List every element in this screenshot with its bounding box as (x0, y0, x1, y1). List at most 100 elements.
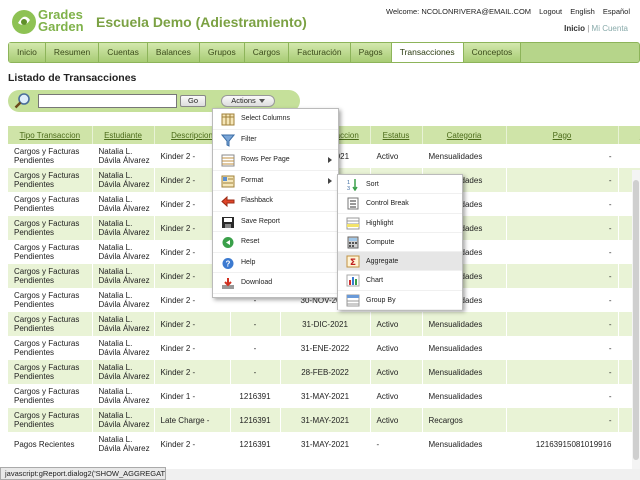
tab-pagos[interactable]: Pagos (350, 43, 392, 62)
english-link[interactable]: English (570, 7, 595, 16)
inicio-link[interactable]: Inicio (564, 24, 585, 33)
espanol-link[interactable]: Español (603, 7, 630, 16)
cell-tipo-line1: Cargos y Facturas (14, 243, 80, 252)
menu-item-help[interactable]: ? Help (213, 253, 338, 273)
cell-descripcion: Kinder 2 - (154, 432, 231, 456)
cell-pago: 12163915081019916 (506, 432, 619, 456)
logo[interactable]: Grades Garden (10, 8, 88, 38)
submenu-item-label: Chart (366, 277, 384, 285)
column-header-monto-cargo[interactable]: Monto Cargo (618, 126, 640, 144)
submenu-item-sort[interactable]: 1 3 Sort (338, 175, 462, 195)
cell-tipo-line1: Cargos y Facturas (14, 267, 80, 276)
cell-fecha: 31-DIC-2021 (280, 312, 371, 336)
group-by-icon (346, 294, 360, 307)
flashback-icon (221, 195, 235, 208)
cell-estudiante: Natalia L. Dávila Álvarez (92, 192, 155, 216)
search-icon[interactable] (14, 93, 32, 109)
cell-pago: - (506, 168, 619, 192)
cell-estudiante-line2: Dávila Álvarez (98, 204, 150, 213)
submenu-item-group-by[interactable]: Group By (338, 291, 462, 311)
actions-button[interactable]: Actions (221, 95, 275, 107)
cell-tipo-line1: Cargos y Facturas (14, 315, 80, 324)
cell-tipo-line2: Pendientes (14, 204, 55, 213)
cell-estatus: - (370, 432, 423, 456)
cell-estudiante-line2: Dávila Álvarez (98, 372, 150, 381)
column-header-categoria[interactable]: Categoria (422, 126, 507, 144)
status-bar: javascript:gReport.dialog2('SHOW_AGGREGA… (0, 467, 166, 480)
cell-categoria: Mensualidades (422, 144, 507, 168)
cell-tipo-line2: Pendientes (14, 324, 55, 333)
cell-tipo-line2: Pendientes (14, 180, 55, 189)
actions-menu: Select Columns Filter Rows Per Page Format F… (212, 108, 339, 298)
cell-tipo: Cargos y Facturas Pendientes (8, 360, 93, 384)
logout-link[interactable]: Logout (539, 7, 562, 16)
submenu-item-control-break[interactable]: Control Break (338, 194, 462, 214)
cell-referencia: - (230, 360, 281, 384)
format-submenu: 1 3 Sort Control Break Highlight Compute Σ Aggr… (337, 174, 463, 311)
menu-item-reset[interactable]: Reset (213, 232, 338, 253)
cell-tipo-line2: Pendientes (14, 396, 55, 405)
menu-item-flashback[interactable]: Flashback (213, 191, 338, 212)
tab-grupos[interactable]: Grupos (199, 43, 245, 62)
column-header-pago[interactable]: Pago (506, 126, 619, 144)
submenu-item-compute[interactable]: Compute (338, 233, 462, 253)
menu-item-save-report[interactable]: Save Report (213, 212, 338, 232)
cell-estudiante-line2: Dávila Álvarez (98, 276, 150, 285)
tab-resumen[interactable]: Resumen (45, 43, 100, 62)
menu-item-download[interactable]: Download (213, 273, 338, 294)
actions-label: Actions (231, 96, 256, 105)
cell-referencia: 1216391 (230, 408, 281, 432)
tab-facturacion[interactable]: Facturación (289, 43, 351, 62)
menu-item-label: Reset (241, 238, 260, 245)
submenu-item-aggregate[interactable]: Σ Aggregate (338, 252, 462, 272)
cell-fecha: 28-FEB-2022 (280, 360, 371, 384)
tab-conceptos[interactable]: Conceptos (463, 43, 522, 62)
go-button[interactable]: Go (180, 95, 206, 107)
column-header-estatus[interactable]: Estatus (370, 126, 423, 144)
cell-categoria: Mensualidades (422, 312, 507, 336)
menu-item-rows-per-page[interactable]: Rows Per Page (213, 150, 338, 171)
menu-item-label: Rows Per Page (241, 156, 290, 163)
cell-estudiante-line1: Natalia L. (98, 291, 133, 300)
vertical-scroll-thumb[interactable] (633, 180, 639, 460)
submenu-item-label: Compute (366, 238, 395, 246)
svg-text:Σ: Σ (350, 258, 356, 268)
menu-item-filter[interactable]: Filter (213, 130, 338, 150)
cell-pago: - (506, 384, 619, 408)
submenu-item-label: Aggregate (366, 258, 399, 266)
cell-tipo: Cargos y Facturas Pendientes (8, 384, 93, 408)
cell-pago: - (506, 288, 619, 312)
table-row: Cargos y Facturas Pendientes Natalia L. Dáv… (8, 408, 640, 432)
cell-tipo: Cargos y Facturas Pendientes (8, 168, 93, 192)
cell-estudiante-line2: Dávila Álvarez (98, 324, 150, 333)
cell-pago: - (506, 216, 619, 240)
cell-estudiante-line2: Dávila Álvarez (98, 180, 150, 189)
mi-cuenta-link[interactable]: Mi Cuenta (592, 24, 628, 33)
chart-icon (346, 274, 360, 287)
cell-estudiante-line1: Natalia L. (98, 219, 133, 228)
cell-estatus: Activo (370, 360, 423, 384)
tab-cuentas[interactable]: Cuentas (99, 43, 148, 62)
cell-fecha: 31-MAY-2021 (280, 408, 371, 432)
tab-transacciones[interactable]: Transacciones (391, 43, 464, 62)
cell-estudiante: Natalia L. Dávila Álvarez (92, 168, 155, 192)
cell-tipo: Cargos y Facturas Pendientes (8, 240, 93, 264)
menu-item-select-columns[interactable]: Select Columns (213, 109, 338, 130)
cell-estudiante: Natalia L. Dávila Álvarez (92, 432, 155, 456)
submenu-item-highlight[interactable]: Highlight (338, 214, 462, 233)
submenu-item-label: Group By (366, 296, 396, 304)
tab-inicio[interactable]: Inicio (9, 43, 46, 62)
compute-icon (347, 236, 359, 249)
search-input[interactable] (38, 94, 177, 108)
cell-estudiante: Natalia L. Dávila Álvarez (92, 312, 155, 336)
menu-item-format[interactable]: Format (213, 171, 338, 191)
submenu-item-chart[interactable]: Chart (338, 271, 462, 291)
tab-balances[interactable]: Balances (147, 43, 200, 62)
tab-cargos[interactable]: Cargos (244, 43, 290, 62)
column-header-estudiante[interactable]: Estudiante (92, 126, 155, 144)
cell-tipo-line2: Pendientes (14, 252, 55, 261)
horizontal-scrollbar[interactable] (166, 469, 640, 480)
logo-text-garden: Garden (38, 19, 84, 34)
cell-tipo-line1: Cargos y Facturas (14, 291, 80, 300)
column-header-tipo-transaccion[interactable]: Tipo Transaccion (8, 126, 93, 144)
